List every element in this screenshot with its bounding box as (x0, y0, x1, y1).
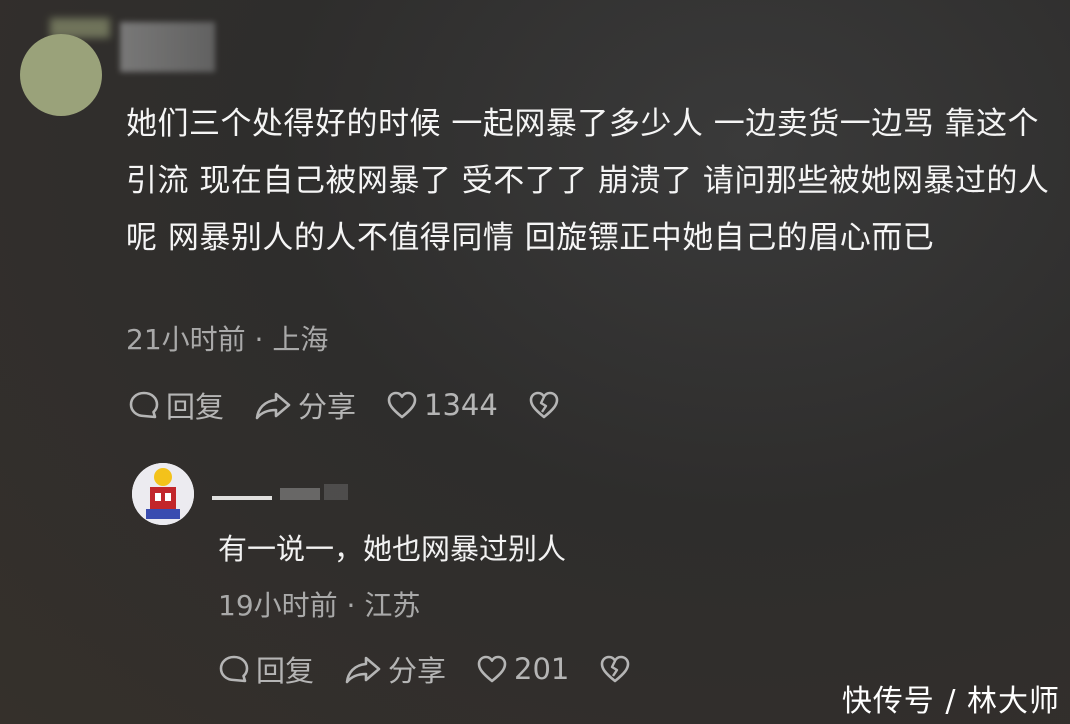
like-count: 201 (514, 652, 570, 686)
share-arrow-icon (255, 392, 291, 420)
comment-bubble-icon (219, 655, 249, 683)
broken-heart-icon (529, 391, 559, 419)
broken-heart-icon (601, 655, 630, 683)
reply-label: 回复 (166, 390, 225, 424)
share-button[interactable]: 分享 (344, 648, 446, 690)
comment-text: 她们三个处得好的时候 一起网暴了多少人 一边卖货一边骂 靠这个引流 现在自己被网… (126, 106, 1050, 256)
like-button[interactable]: 1344 (386, 388, 498, 422)
dislike-button[interactable] (599, 654, 637, 684)
share-label: 分享 (298, 390, 357, 424)
avatar[interactable] (20, 34, 102, 116)
avatar-image (132, 463, 194, 525)
like-count: 1344 (424, 388, 498, 422)
share-label: 分享 (388, 654, 447, 688)
reply-button[interactable]: 回复 (218, 648, 314, 690)
username-blurred[interactable] (120, 22, 215, 72)
comment-meta: 21小时前 · 上海 (126, 323, 329, 356)
heart-icon (477, 655, 507, 683)
comment-actions: 回复 分享 1344 (128, 384, 596, 426)
avatar-image (44, 58, 84, 92)
reply-actions: 回复 分享 201 (218, 648, 667, 690)
like-button[interactable]: 201 (476, 652, 569, 686)
reply-button[interactable]: 回复 (128, 384, 224, 426)
dislike-button[interactable] (528, 390, 566, 420)
heart-icon (387, 391, 417, 419)
share-button[interactable]: 分享 (254, 384, 356, 426)
reply-avatar[interactable] (132, 463, 194, 525)
reply-username-blurred[interactable] (212, 478, 352, 504)
reply-text: 有一说一，她也网暴过别人 (218, 532, 567, 566)
share-arrow-icon (345, 656, 381, 684)
reply-meta: 19小时前 · 江苏 (218, 589, 421, 622)
comment-bubble-icon (129, 391, 159, 419)
watermark: 快传号 / 林大师 (841, 684, 1060, 719)
reply-label: 回复 (256, 654, 315, 688)
